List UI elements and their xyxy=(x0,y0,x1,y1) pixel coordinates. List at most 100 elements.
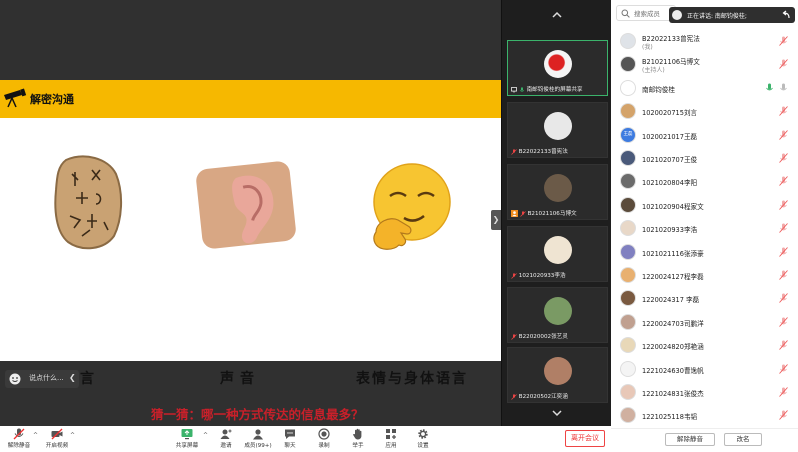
caption-voice: 声音 xyxy=(220,371,260,387)
mic-muted-icon[interactable] xyxy=(779,153,788,163)
active-speaker-text: 正在讲话: 南邮钧俊桂; xyxy=(687,13,747,20)
emoji-icon[interactable] xyxy=(9,373,21,385)
participant-row[interactable]: 1021020804李阳 xyxy=(611,170,798,192)
avatar xyxy=(620,173,636,190)
mic-on-icon xyxy=(519,86,525,92)
mic-muted-icon[interactable] xyxy=(779,387,788,397)
rename-button[interactable]: 改名 xyxy=(724,433,762,446)
panel-footer: 解除静音 改名 xyxy=(611,428,798,452)
participant-row[interactable]: 1220024820郑艳涵 xyxy=(611,334,798,356)
member-search[interactable] xyxy=(616,5,676,21)
participant-row[interactable]: 1221025118韦韬 xyxy=(611,404,798,426)
participant-name: 1021020707王俊 xyxy=(642,156,698,164)
chevron-left-icon[interactable]: ❮ xyxy=(69,373,76,382)
participant-name: 1020020715刘言 xyxy=(642,109,698,118)
video-tile[interactable]: B22022133曾宪法 xyxy=(507,102,608,158)
avatar xyxy=(544,357,572,385)
participant-name: 1220024820郑艳涵 xyxy=(642,343,704,352)
avatar xyxy=(620,360,636,377)
participant-name: 1021020933李浩 xyxy=(642,226,698,235)
collapse-strip-handle[interactable]: ❯ xyxy=(491,210,501,230)
video-tile[interactable]: B22020002张艺灵 xyxy=(507,287,608,343)
participant-row[interactable]: B22022133曾宪法 (我) xyxy=(611,30,798,52)
participant-row[interactable]: 1020020715刘言 xyxy=(611,100,798,122)
participant-name: 1221024831张俊杰 xyxy=(642,390,704,398)
back-arrow-icon[interactable] xyxy=(781,10,791,20)
settings-button[interactable]: 设置 xyxy=(408,428,438,452)
participant-name: 1021020904程家文 xyxy=(642,202,704,211)
mic-muted-icon[interactable] xyxy=(779,36,788,46)
apps-button[interactable]: 应用 xyxy=(376,428,406,452)
mic-muted-icon[interactable] xyxy=(779,270,788,280)
mic-muted-icon xyxy=(511,272,517,279)
mic-muted-icon[interactable] xyxy=(779,340,788,350)
avatar xyxy=(544,112,572,140)
invite-button[interactable]: 邀请 xyxy=(211,428,241,452)
ear-image xyxy=(196,161,296,249)
participant-role: (我) xyxy=(642,44,653,51)
chat-button[interactable]: 聊天 xyxy=(275,428,305,452)
chevron-down-icon[interactable] xyxy=(552,408,562,418)
participant-row[interactable]: B21021106马博文 (主持人) xyxy=(611,53,798,75)
hand-icon xyxy=(353,428,362,440)
participant-row[interactable]: 1220024317 李磊 xyxy=(611,287,798,309)
participant-row[interactable]: 1021020933李浩 xyxy=(611,217,798,239)
participant-row[interactable]: 1021020904程家文 xyxy=(611,194,798,216)
mic-muted-icon[interactable] xyxy=(779,129,788,140)
unmute-button[interactable]: 解除静音 xyxy=(2,428,36,452)
share-screen-icon xyxy=(181,429,193,440)
screen-share-area: 解密沟通 语言 声音 表情与身体语言 猜一猜：哪一种方式传达的信息最多？ 说点什… xyxy=(0,0,501,426)
avatar xyxy=(620,267,636,283)
unmute-all-button[interactable]: 解除静音 xyxy=(665,433,715,446)
avatar xyxy=(620,313,636,330)
video-tile-name: B21021106马博文 xyxy=(511,209,577,217)
chevron-up-icon[interactable]: ^ xyxy=(203,432,208,439)
video-tile[interactable]: B21021106马博文 xyxy=(507,164,608,220)
avatar xyxy=(620,384,636,400)
chat-quick-input[interactable]: 说点什么... ❮ xyxy=(5,370,79,388)
start-video-button[interactable]: 开启视频 xyxy=(40,428,74,452)
raise-hand-button[interactable]: 举手 xyxy=(343,428,373,452)
chevron-up-icon[interactable]: ^ xyxy=(70,432,75,439)
meeting-window: 解密沟通 语言 声音 表情与身体语言 猜一猜：哪一种方式传达的信息最多？ 说点什… xyxy=(0,0,798,452)
share-screen-button[interactable]: 共享屏幕 xyxy=(172,428,202,452)
mic-muted-icon[interactable] xyxy=(779,246,788,257)
video-tile[interactable]: 1021020933李浩 xyxy=(507,226,608,282)
video-strip: 南邮钧俊桂的屏幕共享 B22022133曾宪法 B21021106马博文 102… xyxy=(501,0,611,426)
video-tile-name: B22022133曾宪法 xyxy=(511,147,568,155)
mic-muted-icon[interactable] xyxy=(779,316,788,327)
mic-muted-icon[interactable] xyxy=(779,83,788,93)
mic-muted-icon[interactable] xyxy=(779,363,788,374)
mic-muted-icon[interactable] xyxy=(779,199,788,210)
members-button[interactable]: 成员(99+) xyxy=(242,428,274,452)
mic-muted-icon[interactable] xyxy=(779,59,788,70)
chevron-up-icon[interactable]: ^ xyxy=(33,432,38,439)
participant-row[interactable]: 1021020707王俊 xyxy=(611,147,798,169)
slide-title-bar: 解密沟通 xyxy=(0,80,501,118)
leave-meeting-button[interactable]: 离开会议 xyxy=(565,430,605,447)
slide-title: 解密沟通 xyxy=(30,93,74,106)
monitor-icon xyxy=(511,86,517,93)
avatar xyxy=(620,337,636,354)
video-tile[interactable]: B22020502江奕涵 xyxy=(507,347,608,403)
record-button[interactable]: 录制 xyxy=(309,428,339,452)
video-tile-screen-share[interactable]: 南邮钧俊桂的屏幕共享 xyxy=(507,40,608,96)
participant-row[interactable]: 1221024630曹逸帆 xyxy=(611,358,798,380)
chat-icon xyxy=(285,429,295,439)
mic-muted-icon[interactable] xyxy=(779,106,788,116)
mic-muted-icon[interactable] xyxy=(779,176,788,187)
chevron-up-icon[interactable] xyxy=(552,10,562,20)
participant-row[interactable]: 1220024703司鹏洋 xyxy=(611,311,798,333)
avatar xyxy=(620,56,636,73)
participant-name: 1220024127程李磊 xyxy=(642,273,704,281)
participant-row[interactable]: 1021021116张添豪 xyxy=(611,241,798,263)
mic-muted-icon[interactable] xyxy=(779,410,788,421)
avatar xyxy=(620,243,636,260)
mic-muted-icon[interactable] xyxy=(779,293,788,304)
participant-row[interactable]: 王磊 1020021017王磊 xyxy=(611,124,798,146)
participant-row[interactable]: 南邮钧俊桂 xyxy=(611,77,798,99)
participant-role: (主持人) xyxy=(642,67,665,75)
participant-row[interactable]: 1220024127程李磊 xyxy=(611,264,798,286)
participant-row[interactable]: 1221024831张俊杰 xyxy=(611,381,798,403)
mic-muted-icon[interactable] xyxy=(779,223,788,233)
